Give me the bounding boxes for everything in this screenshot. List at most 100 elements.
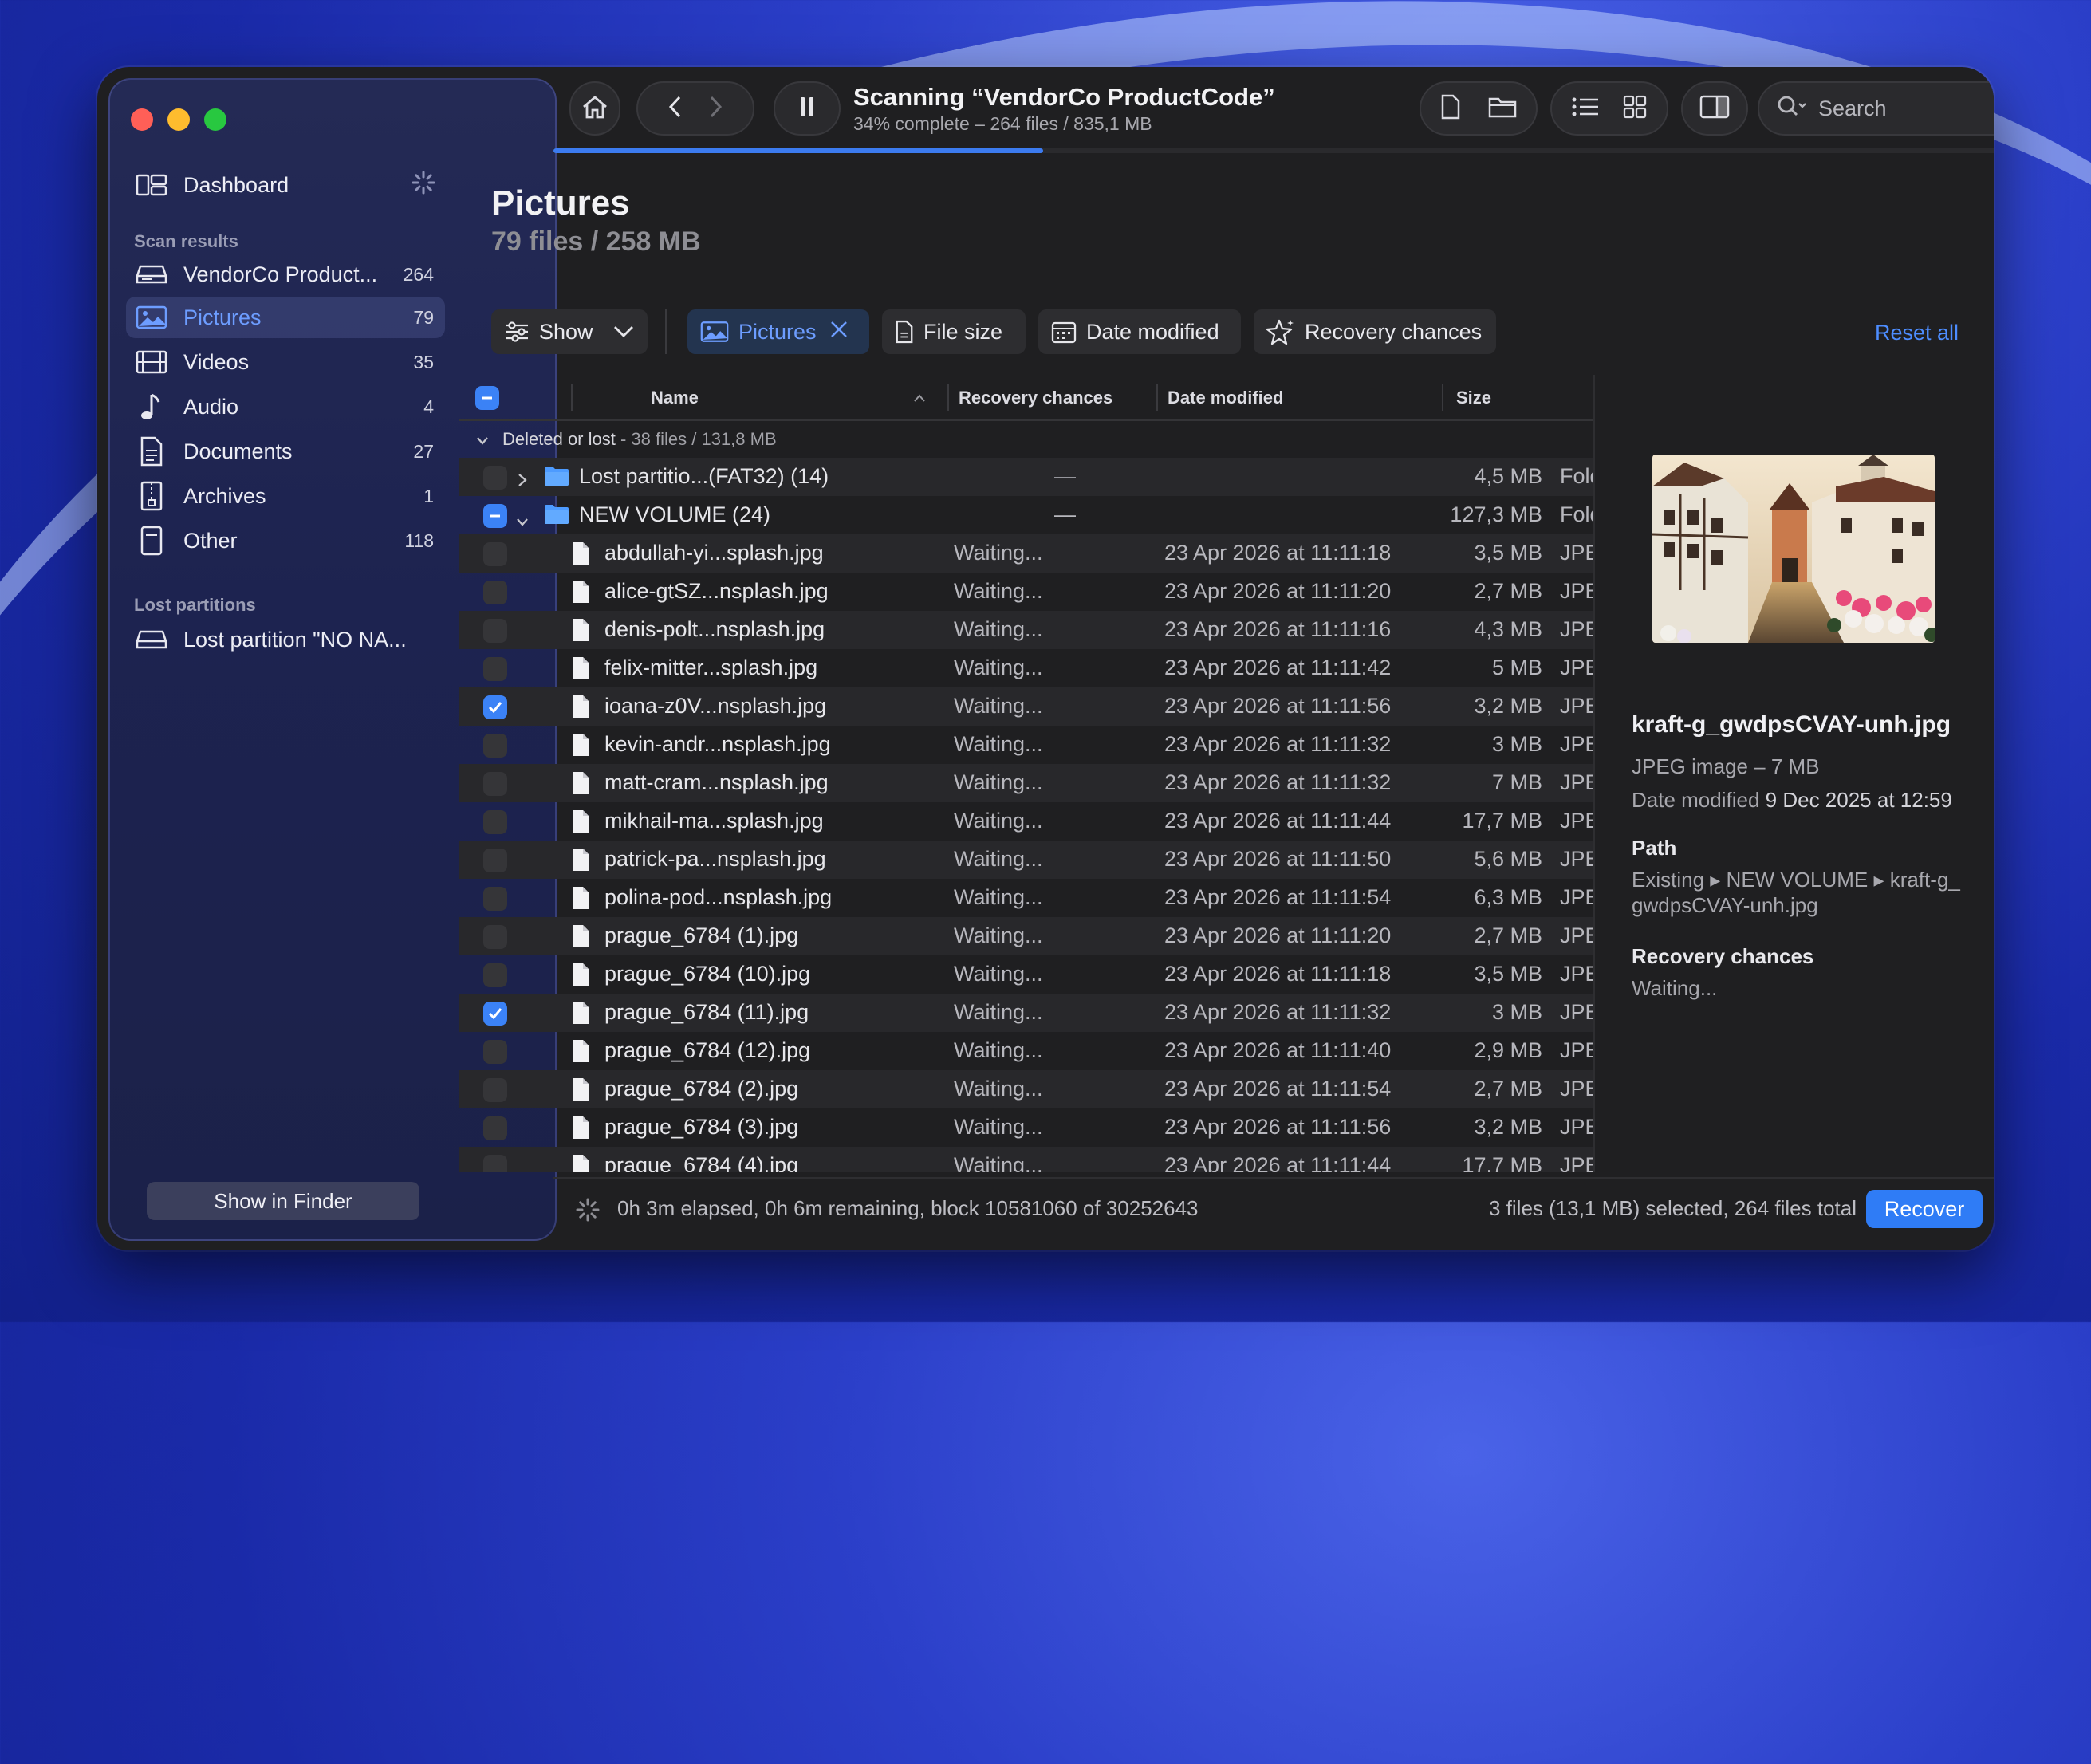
list-view-icon[interactable] [1572,96,1599,121]
table-row[interactable]: prague_6784 (4).jpg Waiting... 23 Apr 2026… [459,1147,1595,1172]
file-name: prague_6784 (2).jpg [604,1077,799,1101]
chevron-right-icon[interactable] [517,469,528,494]
sidebar-item-label: Dashboard [183,172,289,197]
sidebar-item-lost-partition[interactable]: Lost partition "NO NA... [126,619,445,660]
show-in-finder-button[interactable]: Show in Finder [147,1182,419,1220]
folder-view-icon[interactable] [1488,96,1517,122]
table-row[interactable]: prague_6784 (1).jpg Waiting... 23 Apr 2026… [459,917,1595,955]
row-checkbox[interactable] [483,1116,507,1140]
recovery-value: Waiting... [954,847,1043,871]
back-chevron-icon[interactable] [667,95,682,123]
row-checkbox[interactable] [483,695,507,719]
row-checkbox[interactable] [483,1155,507,1172]
lost-partitions-header: Lost partitions [134,595,256,615]
recovery-value: Waiting... [954,617,1043,641]
document-icon [571,656,590,686]
sidebar-item-audio[interactable]: Audio 4 [126,386,445,427]
sidebar-item-documents[interactable]: Documents 27 [126,431,445,472]
table-row[interactable]: abdullah-yi...splash.jpg Waiting... 23 Apr… [459,534,1595,573]
chevron-down-icon [612,320,635,345]
table-row[interactable]: denis-polt...nsplash.jpg Waiting... 23 Apr… [459,611,1595,649]
sidebar-item-dashboard[interactable]: Dashboard [126,164,445,206]
group-label: Deleted or lost [502,429,616,449]
table-row[interactable]: prague_6784 (10).jpg Waiting... 23 Apr 202… [459,955,1595,994]
sidebar-item-pictures[interactable]: Pictures 79 [126,297,445,338]
zoom-window-button[interactable] [204,108,226,131]
row-checkbox[interactable] [483,504,507,528]
size-value: 3,2 MB [1474,1115,1542,1139]
show-filter-button[interactable]: Show [491,309,648,354]
table-row[interactable]: kevin-andr...nsplash.jpg Waiting... 23 Apr… [459,726,1595,764]
column-header-size[interactable]: Size [1456,388,1491,408]
sidebar-item-videos[interactable]: Videos 35 [126,341,445,383]
table-row[interactable]: NEW VOLUME (24) — 127,3 MB Folder [459,496,1595,534]
column-header-recovery[interactable]: Recovery chances [959,388,1112,408]
row-checkbox[interactable] [483,887,507,911]
column-separator [571,384,573,411]
row-checkbox[interactable] [483,963,507,987]
recovery-value: — [1054,464,1076,488]
toggle-preview-button[interactable] [1681,81,1748,136]
group-header-deleted[interactable]: Deleted or lost - 38 files / 131,8 MB [459,421,1595,456]
sidebar-item-other[interactable]: Other 118 [126,520,445,561]
row-checkbox[interactable] [483,542,507,566]
pictures-filter-chip[interactable]: Pictures [687,309,869,354]
search-input[interactable]: Search [1758,81,1994,136]
row-checkbox[interactable] [483,849,507,872]
reset-all-link[interactable]: Reset all [1875,321,1959,345]
row-checkbox[interactable] [483,810,507,834]
grid-view-icon[interactable] [1623,95,1647,123]
sidebar-item-archives[interactable]: Archives 1 [126,475,445,517]
file-view-icon[interactable] [1440,94,1461,124]
table-row[interactable]: ioana-z0V...nsplash.jpg Waiting... 23 Apr … [459,687,1595,726]
table-row[interactable]: Lost partitio...(FAT32) (14) — 4,5 MB Fo… [459,458,1595,496]
file-size-filter-button[interactable]: File size [882,309,1026,354]
minimize-window-button[interactable] [167,108,190,131]
column-separator [1442,384,1443,411]
chevron-down-icon[interactable] [515,509,530,534]
forward-chevron-icon[interactable] [709,95,723,123]
document-icon [571,771,590,801]
table-row[interactable]: prague_6784 (12).jpg Waiting... 23 Apr 202… [459,1032,1595,1070]
home-button[interactable] [569,81,620,136]
table-row[interactable]: polina-pod...nsplash.jpg Waiting... 23 Apr… [459,879,1595,917]
table-row[interactable]: patrick-pa...nsplash.jpg Waiting... 23 Apr… [459,841,1595,879]
row-checkbox[interactable] [483,1040,507,1064]
column-header-date[interactable]: Date modified [1168,388,1283,408]
pause-scan-button[interactable] [774,81,841,136]
kind-value: JPEG im [1560,885,1595,909]
kind-value: JPEG im [1560,1153,1595,1172]
table-row[interactable]: matt-cram...nsplash.jpg Waiting... 23 Apr … [459,764,1595,802]
preview-recovery-header: Recovery chances [1632,944,1814,968]
select-all-checkbox[interactable] [475,386,499,410]
row-checkbox[interactable] [483,925,507,949]
row-checkbox[interactable] [483,581,507,604]
row-checkbox[interactable] [483,619,507,643]
table-row[interactable]: alice-gtSZ...nsplash.jpg Waiting... 23 Apr… [459,573,1595,611]
date-value: 23 Apr 2026 at 11:11:32 [1164,1000,1392,1024]
close-window-button[interactable] [131,108,153,131]
column-header-name[interactable]: Name [651,388,699,408]
kind-value: Folder [1560,502,1595,526]
row-checkbox[interactable] [483,466,507,490]
sidebar-item-vendorco[interactable]: VendorCo Product... 264 [126,254,445,295]
table-row[interactable]: felix-mitter...splash.jpg Waiting... 23 Ap… [459,649,1595,687]
table-row[interactable]: prague_6784 (3).jpg Waiting... 23 Apr 2026… [459,1108,1595,1147]
pictures-icon [700,321,729,343]
row-checkbox[interactable] [483,772,507,796]
size-value: 4,3 MB [1474,617,1542,641]
table-row[interactable]: prague_6784 (2).jpg Waiting... 23 Apr 2026… [459,1070,1595,1108]
row-checkbox[interactable] [483,1002,507,1026]
preview-recovery-value: Waiting... [1632,976,1718,1000]
recover-button[interactable]: Recover [1866,1190,1983,1228]
remove-filter-icon[interactable] [829,320,849,345]
row-checkbox[interactable] [483,1078,507,1102]
sidebar-item-label: Documents [183,439,293,463]
date-modified-filter-button[interactable]: Date modified [1038,309,1241,354]
row-checkbox[interactable] [483,657,507,681]
table-row[interactable]: prague_6784 (11).jpg Waiting... 23 Apr 202… [459,994,1595,1032]
size-value: 3,5 MB [1474,541,1542,565]
row-checkbox[interactable] [483,734,507,758]
table-row[interactable]: mikhail-ma...splash.jpg Waiting... 23 Apr … [459,802,1595,841]
recovery-chances-filter-button[interactable]: Recovery chances [1254,309,1496,354]
